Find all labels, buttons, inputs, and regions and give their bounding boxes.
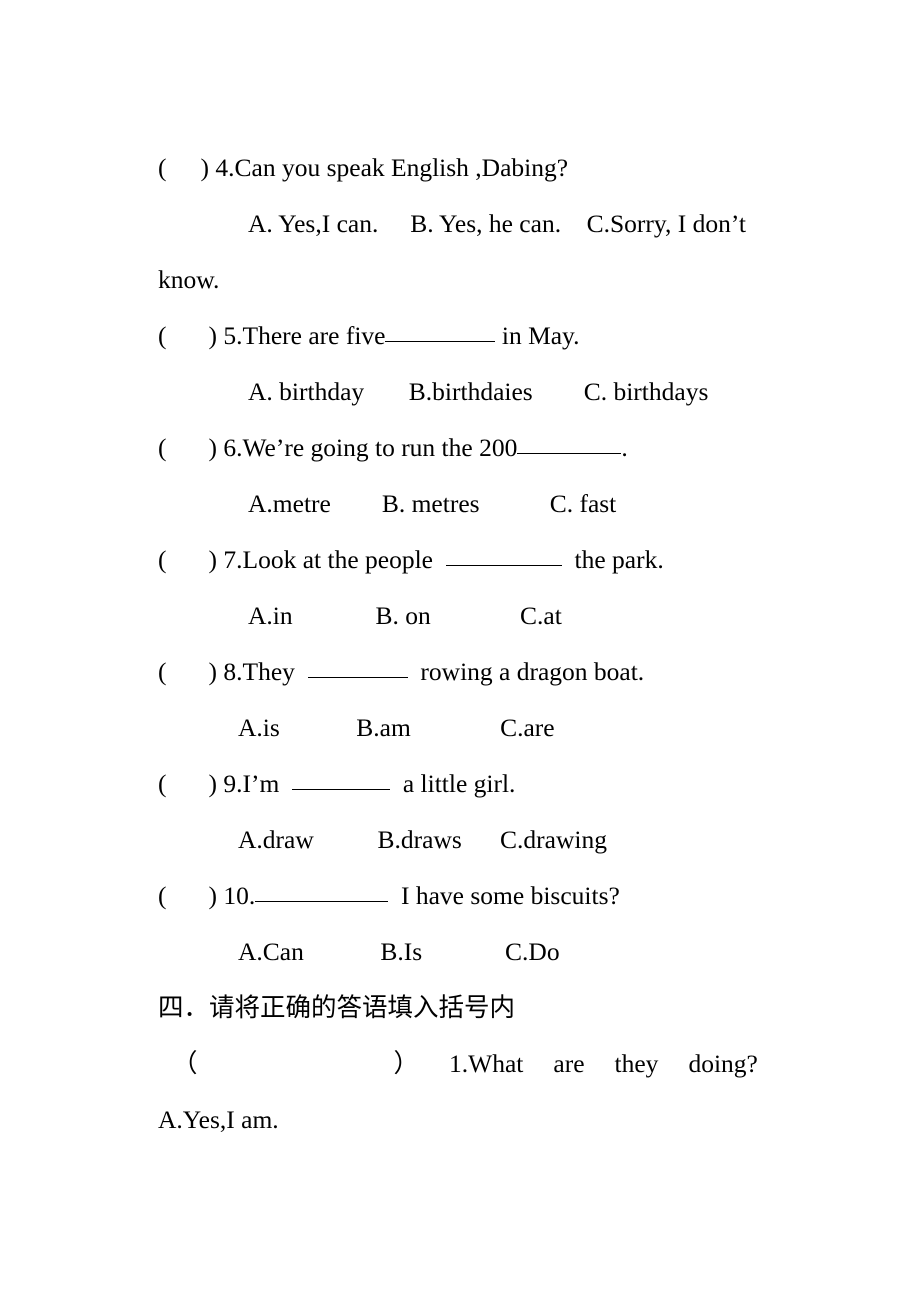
answer-bracket-close-6: ) — [208, 433, 218, 462]
question-options-9: A.draw B.draws C.drawing — [238, 825, 607, 854]
matching-word-4: doing? — [688, 1049, 758, 1078]
question-number-9: 9. — [223, 769, 243, 798]
answer-bracket-close-8: ) — [208, 657, 218, 686]
question-options-10: A.Can B.Is C.Do — [238, 937, 560, 966]
answer-bracket-open-5: ( — [158, 321, 167, 350]
question-text-8-after: rowing a dragon boat. — [407, 657, 645, 686]
fill-blank-5[interactable] — [385, 324, 496, 342]
question-options-4-wrap: know. — [158, 265, 220, 294]
matching-word-3: they — [614, 1049, 659, 1078]
matching-item-1: （ ） 1.What are they doing? — [158, 1036, 766, 1092]
question-stem-4: () 4.Can you speak English ,Dabing? — [158, 140, 766, 196]
answer-bracket-close-7: ) — [208, 545, 218, 574]
question-text-8-before: They — [242, 657, 308, 686]
fill-blank-8[interactable] — [307, 660, 408, 678]
question-options-7: A.in B. on C.at — [248, 601, 562, 630]
answer-bracket-open-9: ( — [158, 769, 167, 798]
question-stem-5: () 5.There are five in May. — [158, 308, 766, 364]
fill-blank-10[interactable] — [255, 884, 389, 902]
matching-question-text-1: 1.What are they doing? — [449, 1036, 758, 1092]
answer-bracket-open-4: ( — [158, 153, 167, 182]
fill-blank-7[interactable] — [445, 548, 562, 566]
question-number-4: 4. — [215, 153, 235, 182]
question-options-8: A.is B.am C.are — [238, 713, 555, 742]
answer-bracket-open-10: ( — [158, 881, 167, 910]
question-stem-8: () 8.They rowing a dragon boat. — [158, 644, 766, 700]
question-number-8: 8. — [223, 657, 243, 686]
answer-bracket-open-7: ( — [158, 545, 167, 574]
worksheet-page: () 4.Can you speak English ,Dabing? A. Y… — [0, 0, 920, 1300]
fill-blank-9[interactable] — [292, 772, 391, 790]
question-text-4: Can you speak English ,Dabing? — [234, 153, 569, 182]
answer-bracket-open-8: ( — [158, 657, 167, 686]
question-options-6: A.metre B. metres C. fast — [248, 489, 617, 518]
question-number-7: 7. — [223, 545, 243, 574]
answer-bracket-close-10: ) — [208, 881, 218, 910]
question-number-6: 6. — [223, 433, 243, 462]
question-number-5: 5. — [223, 321, 243, 350]
matching-paren-close-1: ） — [393, 1049, 420, 1079]
question-text-5-before: There are five — [242, 321, 386, 350]
question-text-9-before: I’m — [242, 769, 293, 798]
answer-bracket-close-4: ) — [200, 153, 210, 182]
question-stem-7: () 7.Look at the people the park. — [158, 532, 766, 588]
question-text-7-before: Look at the people — [242, 545, 446, 574]
fill-blank-6[interactable] — [517, 436, 622, 454]
question-text-7-after: the park. — [561, 545, 664, 574]
question-options-4: A. Yes,I can. B. Yes, he can. C.Sorry, I… — [248, 209, 746, 238]
question-stem-9: () 9.I’m a little girl. — [158, 756, 766, 812]
matching-answer-choice-a: A.Yes,I am. — [158, 1105, 279, 1134]
question-text-10-after: I have some biscuits? — [388, 881, 620, 910]
answer-bracket-open-6: ( — [158, 433, 167, 462]
answer-bracket-close-9: ) — [208, 769, 218, 798]
matching-word-1: 1.What — [449, 1049, 524, 1078]
question-text-6-after: . — [621, 433, 628, 462]
question-text-9-after: a little girl. — [390, 769, 516, 798]
matching-paren-open-1: （ — [172, 1049, 198, 1079]
question-text-6-before: We’re going to run the 200 — [242, 433, 518, 462]
matching-word-2: are — [553, 1049, 585, 1078]
question-stem-6: () 6.We’re going to run the 200. — [158, 420, 766, 476]
document-body: () 4.Can you speak English ,Dabing? A. Y… — [158, 140, 766, 1148]
question-number-10: 10. — [223, 881, 256, 910]
section-heading-four: 四．请将正确的答语填入括号内 — [158, 993, 516, 1023]
question-stem-10: () 10. I have some biscuits? — [158, 868, 766, 924]
answer-bracket-close-5: ) — [208, 321, 218, 350]
question-options-5: A. birthday B.birthdaies C. birthdays — [248, 377, 709, 406]
question-text-5-after: in May. — [495, 321, 580, 350]
